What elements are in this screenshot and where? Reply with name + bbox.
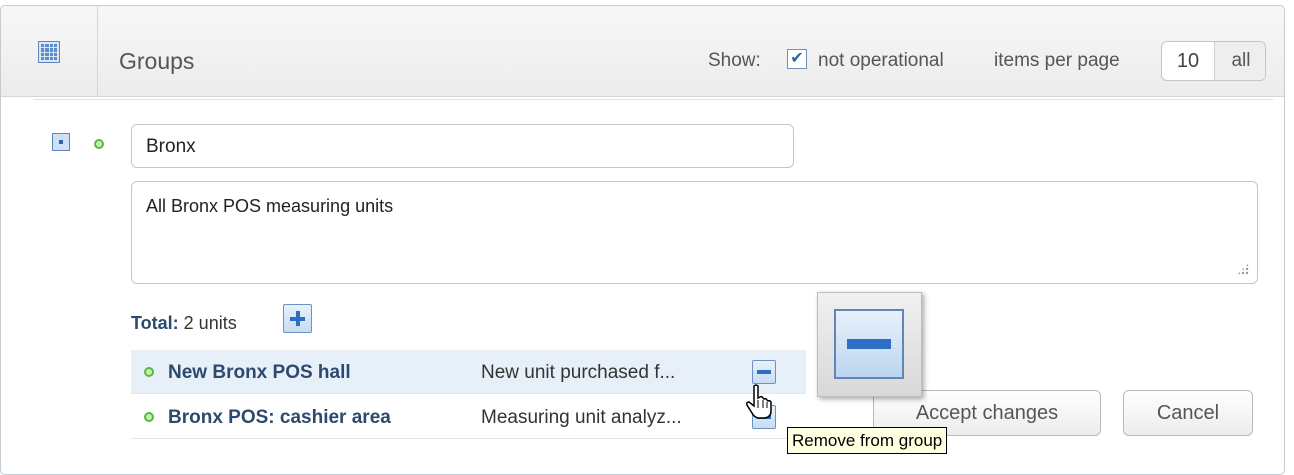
remove-from-group-tooltip: Remove from group — [787, 427, 948, 454]
grid-view-cell[interactable] — [1, 6, 98, 96]
page-title: Groups — [119, 48, 195, 74]
unit-description: Measuring unit analyz... — [481, 407, 682, 428]
unit-name[interactable]: New Bronx POS hall — [168, 362, 351, 384]
total-value: 2 units — [183, 313, 237, 333]
hand-cursor-icon — [746, 384, 772, 419]
panel-header: Groups Show: ✔ not operational items per… — [1, 6, 1284, 97]
items-per-page-selector: 10 all — [1161, 41, 1266, 81]
group-description-textarea[interactable]: All Bronx POS measuring units — [131, 181, 1258, 284]
items-per-page-10[interactable]: 10 — [1162, 42, 1215, 80]
unit-row[interactable]: New Bronx POS hall New unit purchased f.… — [131, 350, 806, 394]
total-units: Total: 2 units — [131, 313, 237, 334]
resize-grip-icon[interactable] — [1237, 263, 1249, 275]
grid-icon[interactable] — [38, 41, 60, 63]
not-operational-label[interactable]: not operational — [818, 50, 944, 72]
unit-name[interactable]: Bronx POS: cashier area — [168, 407, 391, 429]
group-name-input[interactable]: Bronx — [131, 124, 794, 168]
total-label: Total: — [131, 313, 179, 333]
collapse-icon[interactable] — [52, 133, 70, 151]
remove-unit-button[interactable] — [752, 360, 776, 384]
items-per-page-label: items per page — [994, 50, 1120, 71]
add-unit-button[interactable] — [283, 304, 312, 333]
not-operational-checkbox[interactable]: ✔ — [787, 49, 807, 69]
zoomed-remove-button-callout — [817, 292, 922, 397]
status-dot-icon — [144, 367, 154, 377]
status-dot-icon — [144, 412, 154, 422]
status-dot-icon — [94, 139, 104, 149]
minus-icon — [834, 309, 904, 379]
group-description-text: All Bronx POS measuring units — [146, 196, 394, 216]
unit-description: New unit purchased f... — [481, 362, 676, 383]
show-label: Show: — [708, 50, 761, 71]
items-per-page-all[interactable]: all — [1215, 42, 1265, 80]
cancel-button[interactable]: Cancel — [1123, 390, 1253, 436]
unit-row[interactable]: Bronx POS: cashier area Measuring unit a… — [131, 395, 806, 439]
